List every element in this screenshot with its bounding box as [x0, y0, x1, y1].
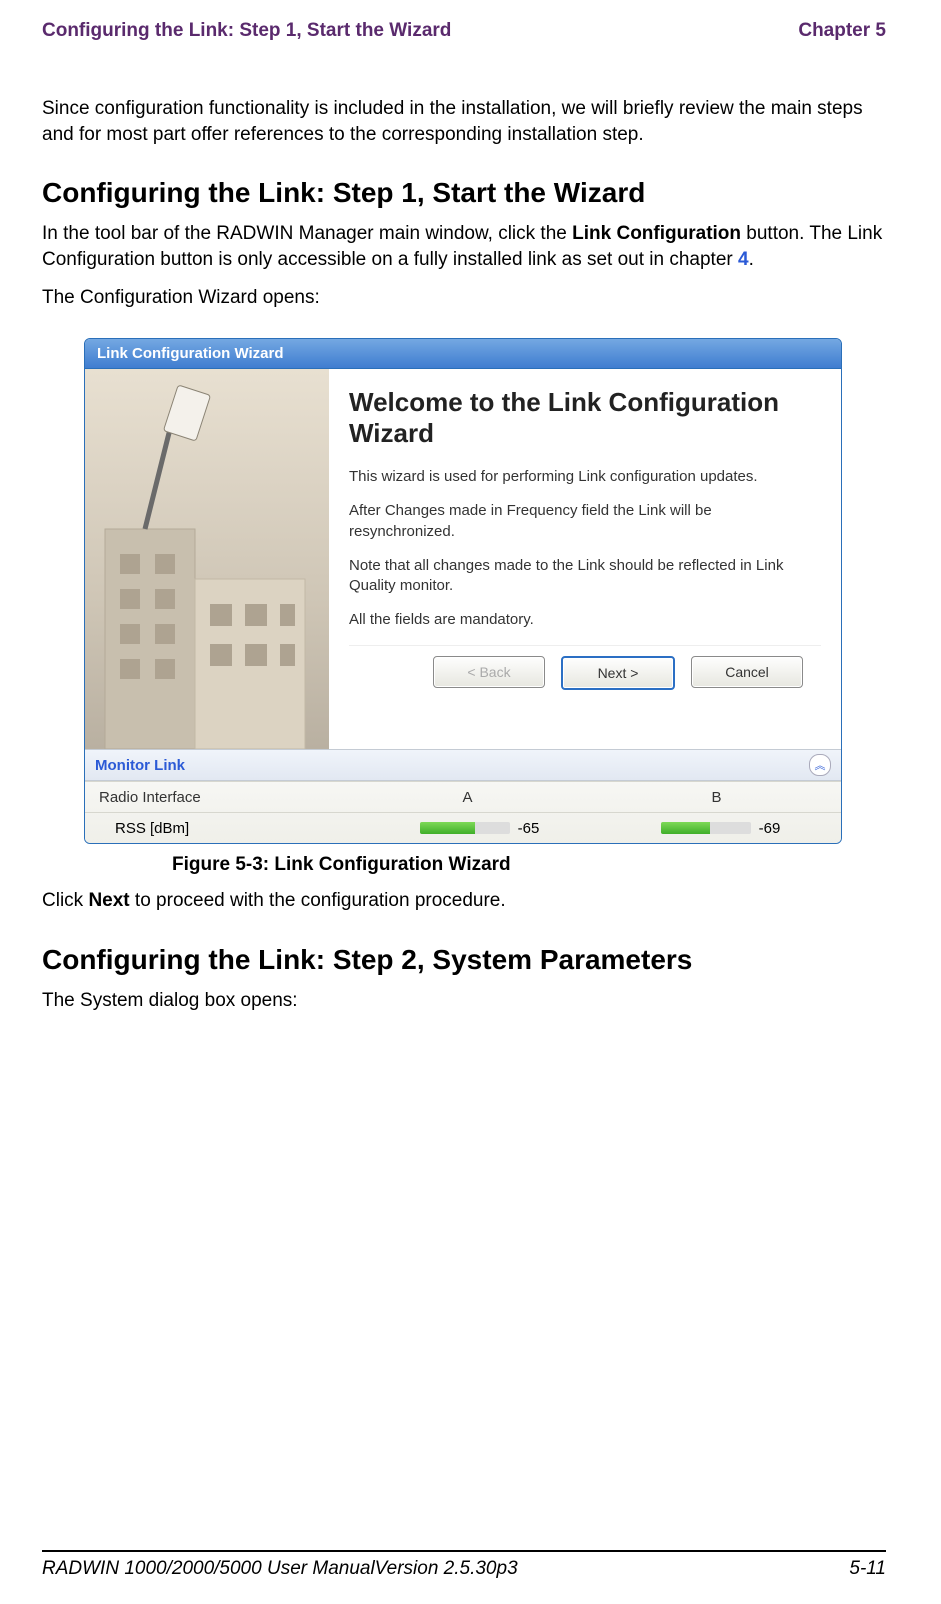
next-button[interactable]: Next >	[561, 656, 675, 690]
wizard-text-4: All the fields are mandatory.	[349, 610, 821, 630]
chapter-4-link[interactable]: 4	[738, 249, 749, 270]
text-fragment: Click	[42, 890, 88, 911]
wizard-text-1: This wizard is used for performing Link …	[349, 467, 821, 487]
column-b-header: B	[592, 789, 841, 806]
buildings-icon	[85, 369, 329, 749]
section-1-heading: Configuring the Link: Step 1, Start the …	[42, 177, 886, 209]
collapse-icon[interactable]: ︽	[809, 754, 831, 776]
wizard-text-2: After Changes made in Frequency field th…	[349, 501, 821, 542]
back-button[interactable]: < Back	[433, 656, 545, 688]
wizard-titlebar: Link Configuration Wizard	[85, 339, 841, 369]
column-a-header: A	[343, 789, 592, 806]
section-1-paragraph-2: The Configuration Wizard opens:	[42, 285, 886, 311]
rss-bar-a	[420, 822, 510, 834]
section-2-heading: Configuring the Link: Step 2, System Par…	[42, 944, 886, 976]
rss-bar-b	[661, 822, 751, 834]
footer-left: RADWIN 1000/2000/5000 User ManualVersion…	[42, 1558, 518, 1580]
cancel-button[interactable]: Cancel	[691, 656, 803, 688]
bold-term-link-configuration: Link Configuration	[572, 223, 741, 244]
text-fragment: .	[749, 249, 754, 270]
text-fragment: In the tool bar of the RADWIN Manager ma…	[42, 223, 572, 244]
wizard-welcome-heading: Welcome to the Link Configuration Wizard	[349, 387, 821, 449]
click-next-paragraph: Click Next to proceed with the configura…	[42, 888, 886, 914]
section-2-paragraph-1: The System dialog box opens:	[42, 988, 886, 1014]
monitor-link-label: Monitor Link	[95, 757, 185, 774]
figure-wizard-screenshot: Link Configuration Wizard	[84, 338, 842, 844]
radio-interface-label: Radio Interface	[85, 789, 343, 806]
figure-5-3-caption: Figure 5-3: Link Configuration Wizard	[172, 854, 886, 876]
running-header-left: Configuring the Link: Step 1, Start the …	[42, 20, 451, 42]
rss-value-a: -65	[518, 820, 540, 837]
text-fragment: to proceed with the configuration proced…	[130, 890, 506, 911]
running-header-right: Chapter 5	[798, 20, 886, 42]
rss-value-b: -69	[759, 820, 781, 837]
section-1-paragraph-1: In the tool bar of the RADWIN Manager ma…	[42, 221, 886, 272]
intro-paragraph: Since configuration functionality is inc…	[42, 96, 886, 147]
wizard-text-3: Note that all changes made to the Link s…	[349, 556, 821, 597]
wizard-side-graphic	[85, 369, 329, 749]
bold-term-next: Next	[88, 890, 129, 911]
rss-row-label: RSS [dBm]	[85, 820, 359, 837]
footer-right: 5-11	[849, 1558, 886, 1580]
